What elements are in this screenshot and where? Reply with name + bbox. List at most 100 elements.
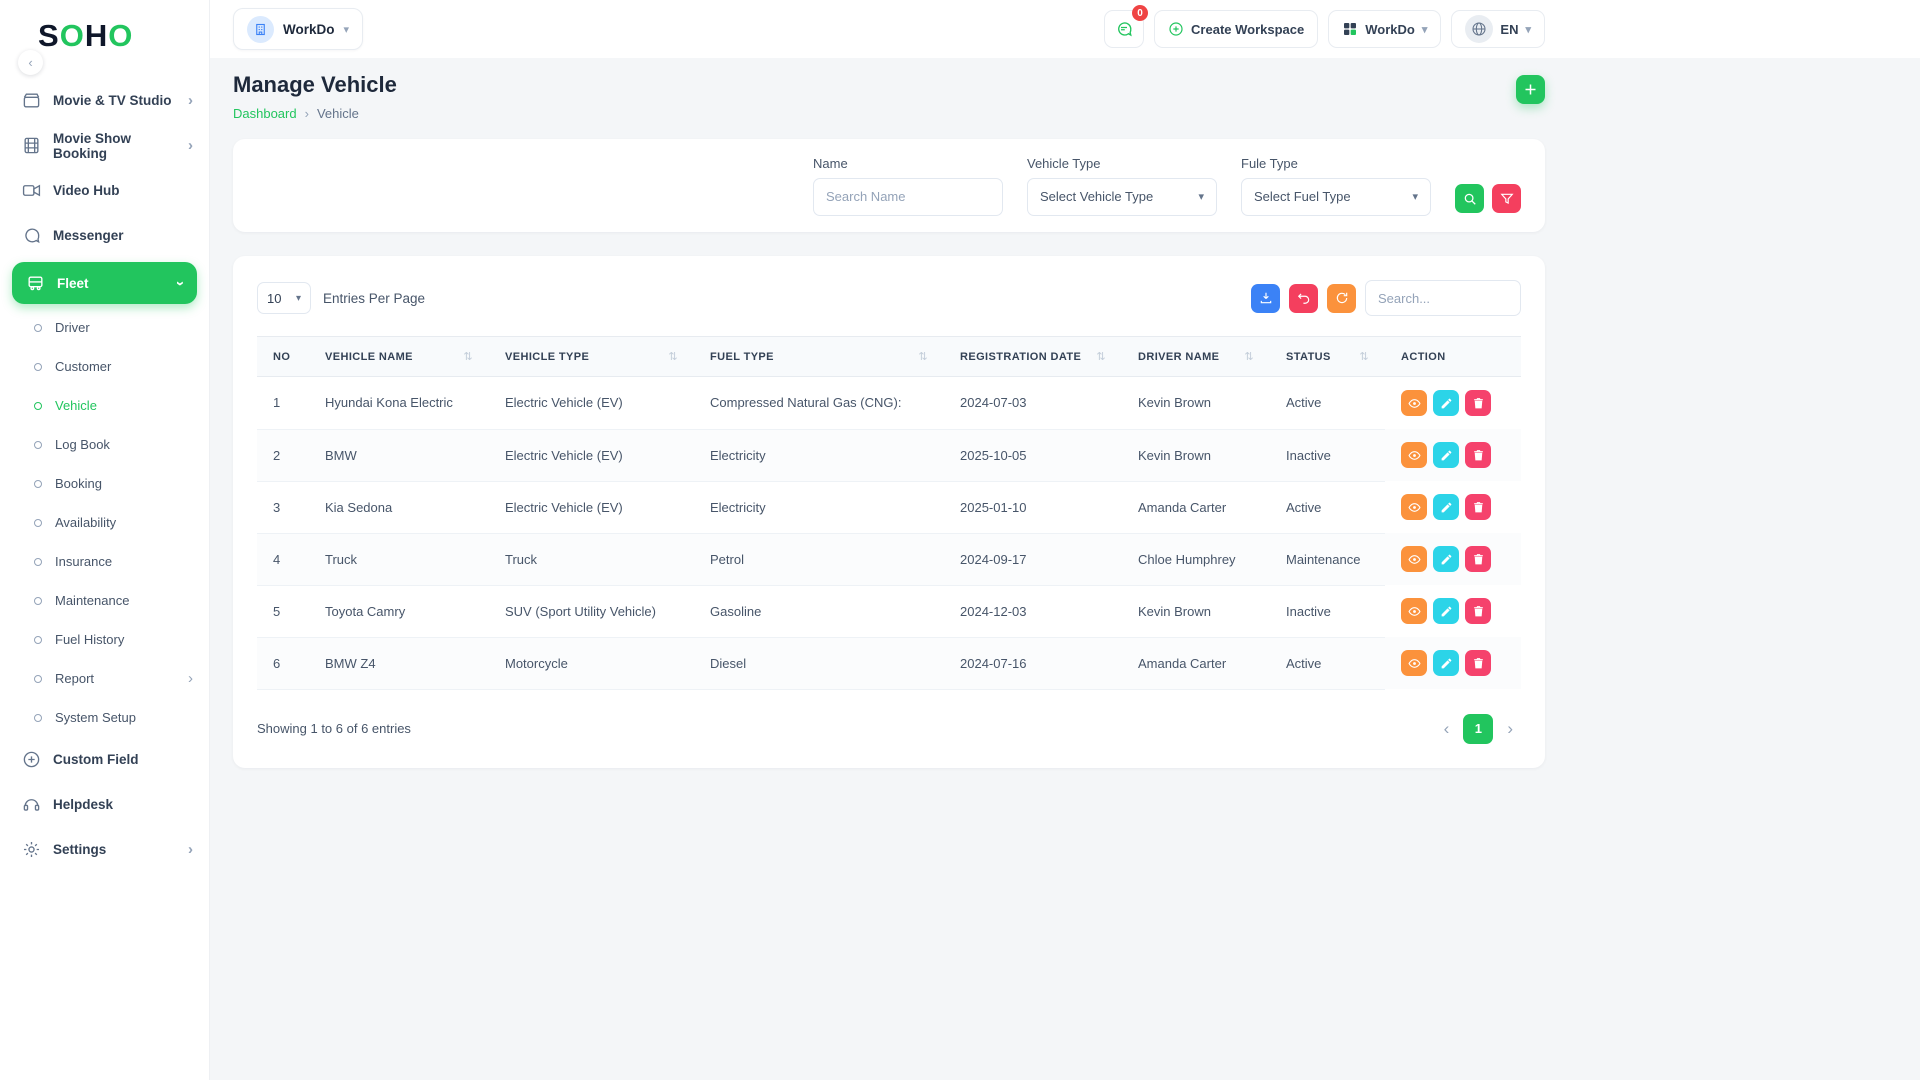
cell-vehicle-name: Kia Sedona	[309, 481, 489, 534]
sidebar-item-helpdesk[interactable]: Helpdesk	[0, 782, 209, 827]
cell-actions	[1385, 481, 1521, 533]
chevron-down-icon: ▾	[1198, 191, 1204, 203]
fuel-type-select[interactable]: Select Fuel Type ▾	[1241, 177, 1431, 216]
view-button[interactable]	[1401, 546, 1427, 572]
view-button[interactable]	[1401, 442, 1427, 468]
sidebar-item-log-book[interactable]: Log Book	[0, 425, 209, 464]
delete-button[interactable]	[1465, 494, 1491, 520]
view-button[interactable]	[1401, 390, 1427, 416]
sidebar-item-settings[interactable]: Settings ›	[0, 827, 209, 872]
page-1-button[interactable]: 1	[1463, 713, 1494, 744]
workspace-switcher[interactable]: WorkDo ▾	[233, 8, 364, 50]
table-row: 2 BMW Electric Vehicle (EV) Electricity …	[257, 429, 1521, 482]
delete-button[interactable]	[1465, 650, 1491, 676]
previous-page-button[interactable]: ‹	[1436, 717, 1458, 741]
cell-status: Active	[1270, 637, 1385, 690]
sidebar-item-maintenance[interactable]: Maintenance	[0, 581, 209, 620]
edit-button[interactable]	[1433, 650, 1459, 676]
logo-letter: O	[59, 18, 85, 53]
pencil-icon	[1441, 606, 1451, 616]
workspace-apps-button[interactable]: WorkDo ▾	[1328, 10, 1442, 48]
entries-per-page-select[interactable]: 10 ▾	[257, 282, 311, 314]
eye-icon	[1407, 554, 1421, 564]
table-row: 5 Toyota Camry SUV (Sport Utility Vehicl…	[257, 585, 1521, 638]
messages-button[interactable]: 0	[1104, 5, 1149, 48]
sidebar-item-label: Insurance	[55, 554, 113, 569]
eye-icon	[1407, 502, 1421, 512]
sidebar-item-booking[interactable]: Booking	[0, 464, 209, 503]
header-vehicle-type[interactable]: VEHICLE TYPE ⇅	[489, 336, 694, 377]
edit-button[interactable]	[1433, 390, 1459, 416]
sidebar-item-driver[interactable]: Driver	[0, 308, 209, 347]
language-selector[interactable]: EN ▾	[1451, 10, 1545, 48]
header-vehicle-name[interactable]: VEHICLE NAME ⇅	[309, 336, 489, 377]
cell-vehicle-name: Toyota Camry	[309, 585, 489, 638]
export-button[interactable]	[1251, 283, 1280, 313]
edit-button[interactable]	[1433, 494, 1459, 520]
cell-driver-name: Chloe Humphrey	[1122, 533, 1270, 586]
delete-button[interactable]	[1465, 598, 1491, 624]
sidebar-item-fleet[interactable]: Fleet ›	[12, 262, 197, 304]
delete-button[interactable]	[1465, 390, 1491, 416]
edit-button[interactable]	[1433, 598, 1459, 624]
refresh-icon	[1336, 292, 1347, 304]
view-button[interactable]	[1401, 650, 1427, 676]
header-registration-date[interactable]: REGISTRATION DATE ⇅	[944, 336, 1122, 377]
film-icon	[22, 136, 41, 155]
sidebar-item-vehicle[interactable]: Vehicle	[0, 386, 209, 425]
refresh-button[interactable]	[1327, 283, 1356, 313]
sidebar-item-availability[interactable]: Availability	[0, 503, 209, 542]
sidebar-item-system-setup[interactable]: System Setup	[0, 698, 209, 737]
bullet-icon	[34, 518, 42, 527]
bullet-icon	[34, 713, 42, 722]
sidebar-item-insurance[interactable]: Insurance	[0, 542, 209, 581]
delete-button[interactable]	[1465, 546, 1491, 572]
cell-registration-date: 2025-10-05	[944, 429, 1122, 482]
table-search-input[interactable]	[1365, 280, 1521, 316]
sidebar-item-movie-tv-studio[interactable]: Movie & TV Studio ›	[0, 78, 209, 123]
workspace-avatar	[247, 15, 274, 43]
sidebar-item-label: Driver	[55, 320, 90, 335]
trash-icon	[1473, 657, 1483, 668]
breadcrumb-dashboard-link[interactable]: Dashboard	[233, 106, 297, 121]
bullet-icon	[34, 596, 42, 605]
edit-button[interactable]	[1433, 546, 1459, 572]
sidebar-item-video-hub[interactable]: Video Hub	[0, 168, 209, 213]
delete-button[interactable]	[1465, 442, 1491, 468]
view-button[interactable]	[1401, 598, 1427, 624]
next-page-button[interactable]: ›	[1499, 717, 1521, 741]
header-status[interactable]: STATUS ⇅	[1270, 336, 1385, 377]
sort-icon: ⇅	[1359, 351, 1369, 363]
sort-icon: ⇅	[1244, 351, 1254, 363]
sidebar-item-messenger[interactable]: Messenger	[0, 213, 209, 258]
cell-no: 4	[257, 533, 309, 586]
cell-actions	[1385, 429, 1521, 481]
header-fuel-type[interactable]: FUEL TYPE ⇅	[694, 336, 944, 377]
edit-button[interactable]	[1433, 442, 1459, 468]
eye-icon	[1407, 658, 1421, 668]
sidebar-item-custom-field[interactable]: Custom Field	[0, 737, 209, 782]
apply-filter-button[interactable]	[1455, 184, 1484, 213]
add-vehicle-button[interactable]	[1516, 75, 1545, 104]
sidebar-item-report[interactable]: Report ›	[0, 659, 209, 698]
chevron-down-icon: ›	[172, 280, 189, 286]
sidebar-item-fuel-history[interactable]: Fuel History	[0, 620, 209, 659]
clear-filter-button[interactable]	[1492, 184, 1521, 213]
bullet-icon	[34, 674, 42, 683]
vehicle-type-select[interactable]: Select Vehicle Type ▾	[1027, 177, 1217, 216]
name-filter-input[interactable]	[813, 177, 1003, 216]
table-row: 1 Hyundai Kona Electric Electric Vehicle…	[257, 376, 1521, 430]
sidebar-item-customer[interactable]: Customer	[0, 347, 209, 386]
sidebar: SOHO ‹ Movie & TV Studio › Movie Show Bo…	[0, 0, 210, 1080]
header-driver-name[interactable]: DRIVER NAME ⇅	[1122, 336, 1270, 377]
cell-no: 1	[257, 376, 309, 430]
reset-button[interactable]	[1289, 283, 1318, 313]
create-workspace-button[interactable]: Create Workspace	[1154, 10, 1319, 48]
sidebar-collapse-button[interactable]: ‹	[18, 50, 43, 75]
view-button[interactable]	[1401, 494, 1427, 520]
cell-registration-date: 2024-07-16	[944, 637, 1122, 690]
sidebar-item-movie-show-booking[interactable]: Movie Show Booking ›	[0, 123, 209, 168]
cell-no: 3	[257, 481, 309, 534]
chat-bubble-icon	[1118, 22, 1132, 37]
bullet-icon	[34, 557, 42, 566]
